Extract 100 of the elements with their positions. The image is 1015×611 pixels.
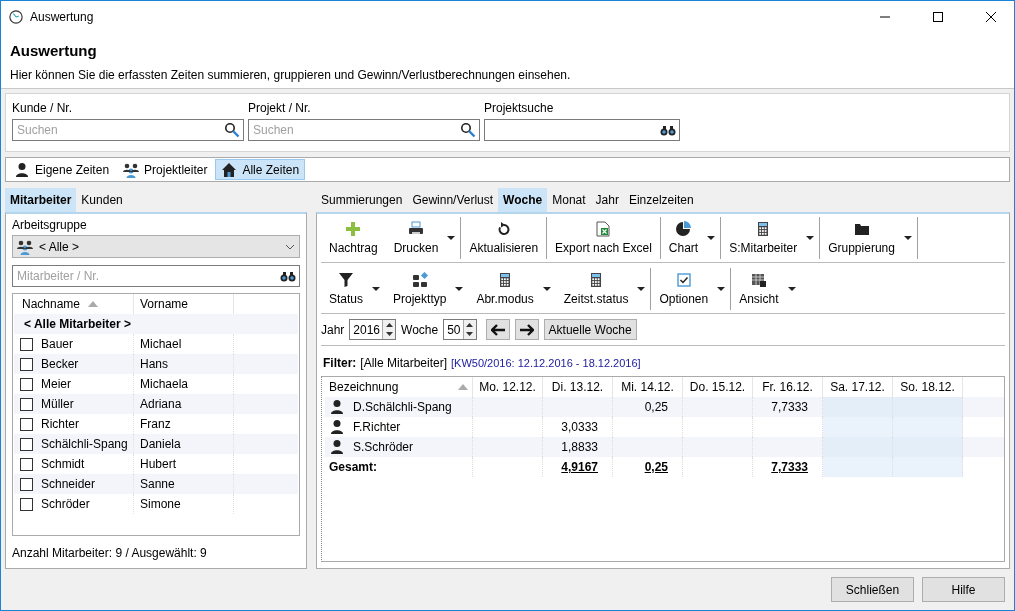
table-cell — [893, 417, 963, 437]
view-tab[interactable]: Monat — [547, 188, 591, 212]
dropdown-caret-icon[interactable] — [707, 236, 716, 240]
previous-button[interactable] — [485, 319, 510, 340]
toolbar-button[interactable]: Drucken — [390, 221, 442, 255]
search-icon — [460, 122, 476, 138]
dropdown-caret-icon[interactable] — [903, 236, 912, 240]
next-button[interactable] — [514, 319, 539, 340]
workgroup-dropdown[interactable]: < Alle > — [12, 235, 300, 258]
dialog-button[interactable]: Schließen — [831, 577, 914, 602]
table-cell: Michaela — [140, 377, 189, 391]
panel-tab[interactable]: Kunden — [76, 188, 128, 212]
table-cell: Hubert — [140, 457, 177, 471]
checkbox[interactable] — [20, 497, 33, 511]
scope-tab[interactable]: Projektleiter — [117, 159, 214, 180]
view-tab[interactable]: Jahr — [590, 188, 624, 212]
dropdown-caret-icon[interactable] — [455, 287, 464, 291]
total-cell: 4,9167 — [543, 457, 613, 477]
current-week-button[interactable]: Aktuelle Woche — [543, 319, 637, 340]
filter-icon — [338, 272, 354, 288]
table-cell: Sanne — [140, 477, 175, 491]
search-field[interactable] — [484, 119, 680, 141]
checkbox[interactable] — [20, 477, 33, 491]
field-label: Arbeitsgruppe — [12, 218, 88, 232]
table-cell: Franz — [140, 417, 171, 431]
view-tab[interactable]: Woche — [498, 188, 548, 212]
checkbox[interactable] — [20, 337, 33, 351]
table-cell: Schälchli-Spang — [41, 437, 128, 451]
group-icon — [17, 238, 33, 255]
checkbox[interactable] — [20, 397, 33, 411]
dropdown-caret-icon[interactable] — [447, 236, 456, 240]
field-label: Woche — [401, 322, 439, 337]
pie-chart-icon — [675, 221, 692, 237]
person-icon — [329, 399, 345, 415]
printer-icon — [408, 221, 425, 237]
table-cell: Schröder — [41, 497, 90, 511]
dropdown-caret-icon[interactable] — [717, 287, 726, 291]
toolbar-button[interactable]: Optionen — [656, 272, 712, 306]
sort-arrow-icon — [88, 301, 99, 307]
checkbox-icon — [675, 272, 692, 288]
table-cell: Becker — [41, 357, 79, 371]
dropdown-caret-icon[interactable] — [372, 287, 381, 291]
table-cell: Schmidt — [41, 457, 85, 471]
toolbar-button[interactable]: Status — [326, 272, 367, 306]
year-spinner[interactable]: 2016 — [349, 319, 397, 340]
scope-tab[interactable]: Eigene Zeiten — [8, 159, 116, 180]
search-field[interactable]: Suchen — [248, 119, 480, 141]
toolbar-button[interactable]: Aktualisieren — [466, 221, 542, 255]
down-arrow-icon[interactable] — [385, 332, 393, 337]
table-cell: Richter — [41, 417, 79, 431]
week-spinner[interactable]: 50 — [443, 319, 477, 340]
folder-icon — [853, 221, 870, 237]
toolbar-button[interactable]: Gruppierung — [825, 221, 898, 255]
total-cell — [893, 457, 963, 477]
view-tab[interactable]: Gewinn/Verlust — [407, 188, 499, 212]
spreadsheet-file-icon — [595, 221, 612, 237]
checkbox[interactable] — [20, 457, 33, 471]
view-tab[interactable]: Einzelzeiten — [623, 188, 699, 212]
person-icon — [329, 439, 345, 455]
table-cell — [893, 437, 963, 457]
toolbar-button[interactable]: Abr.modus — [473, 272, 537, 306]
toolbar-button[interactable]: S:Mitarbeiter — [726, 221, 801, 255]
checkbox[interactable] — [20, 357, 33, 371]
dropdown-caret-icon[interactable] — [637, 287, 646, 291]
up-arrow-icon[interactable] — [466, 322, 474, 327]
group-icon — [123, 161, 140, 178]
table-cell: Simone — [140, 497, 181, 511]
employee-search-field[interactable]: Mitarbeiter / Nr. — [12, 265, 300, 287]
search-field[interactable]: Suchen — [12, 119, 244, 141]
checkbox[interactable] — [20, 377, 33, 391]
table-cell: Hans — [140, 357, 168, 371]
checkbox[interactable] — [20, 417, 33, 431]
total-label: Gesamt: — [329, 460, 378, 474]
panel-tab[interactable]: Mitarbeiter — [5, 188, 77, 212]
field-label: Kunde / Nr. — [12, 101, 74, 115]
table-cell: F.Richter — [353, 420, 401, 434]
dropdown-caret-icon[interactable] — [542, 287, 551, 291]
page-title: Auswertung — [10, 42, 98, 59]
table-cell: Müller — [41, 397, 74, 411]
total-cell: 0,25 — [613, 457, 683, 477]
close-icon[interactable] — [986, 11, 996, 22]
toolbar-button[interactable]: Ansicht — [736, 272, 782, 306]
checkbox[interactable] — [20, 437, 33, 451]
toolbar-button[interactable]: Zeitst.status — [560, 272, 632, 306]
toolbar-button[interactable]: Chart — [665, 221, 702, 255]
maximize-icon[interactable] — [933, 11, 943, 22]
all-employees-row[interactable]: < Alle Mitarbeiter > — [14, 314, 298, 334]
view-tab[interactable]: Summierungen — [316, 188, 408, 212]
up-arrow-icon[interactable] — [385, 322, 393, 327]
dropdown-caret-icon[interactable] — [806, 236, 815, 240]
status-text: Anzahl Mitarbeiter: 9 / Ausgewählt: 9 — [12, 546, 208, 560]
dropdown-caret-icon[interactable] — [787, 287, 796, 291]
toolbar-button[interactable]: Nachtrag — [326, 221, 381, 255]
dialog-button[interactable]: Hilfe — [922, 577, 1005, 602]
table-cell: Bauer — [41, 337, 74, 351]
down-arrow-icon[interactable] — [466, 332, 474, 337]
total-cell — [823, 457, 893, 477]
toolbar-button[interactable]: Projekttyp — [390, 272, 450, 306]
scope-tab[interactable]: Alle Zeiten — [215, 159, 306, 180]
toolbar-button[interactable]: Export nach Excel — [552, 221, 655, 255]
